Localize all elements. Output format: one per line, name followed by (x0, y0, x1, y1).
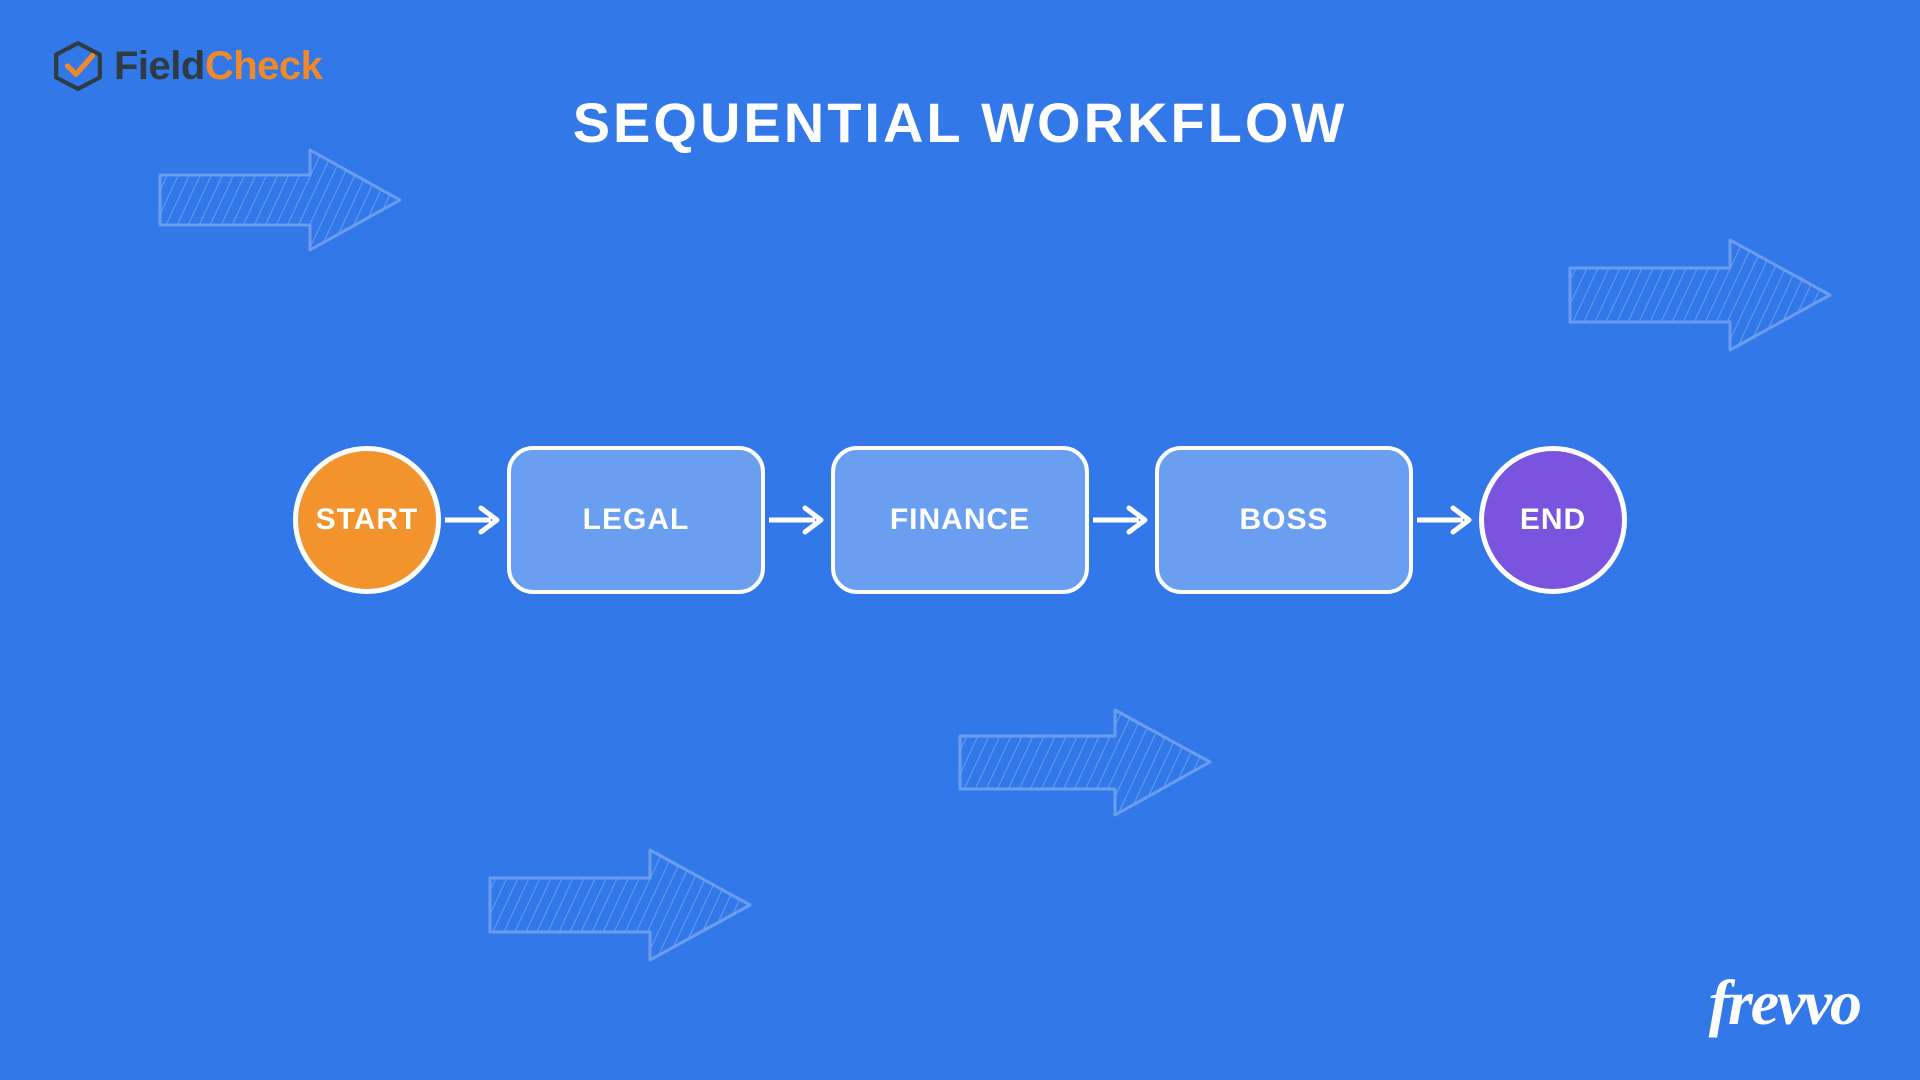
fieldcheck-hex-icon (52, 40, 104, 92)
flow-arrow-icon (1089, 500, 1155, 540)
decorative-arrow-icon (150, 140, 410, 260)
flow-arrow-icon (441, 500, 507, 540)
workflow-step-node: BOSS (1155, 446, 1413, 594)
workflow-end-node: END (1479, 446, 1627, 594)
decorative-arrow-icon (480, 840, 760, 970)
decorative-arrow-icon (1560, 230, 1840, 360)
fieldcheck-wordmark: FieldCheck (114, 44, 322, 89)
workflow-step-node: FINANCE (831, 446, 1089, 594)
workflow-step-node: LEGAL (507, 446, 765, 594)
decorative-arrow-icon (950, 700, 1220, 825)
fieldcheck-word-b: Check (205, 44, 323, 88)
workflow-start-node: START (293, 446, 441, 594)
workflow-step-label: LEGAL (583, 503, 690, 537)
fieldcheck-logo: FieldCheck (52, 40, 322, 92)
workflow-start-label: START (316, 503, 419, 537)
fieldcheck-word-a: Field (114, 44, 205, 88)
workflow-step-label: BOSS (1239, 503, 1328, 537)
flow-arrow-icon (765, 500, 831, 540)
workflow-end-label: END (1520, 503, 1586, 537)
workflow-row: START LEGAL FINANCE BOSS END (0, 446, 1920, 594)
flow-arrow-icon (1413, 500, 1479, 540)
workflow-step-label: FINANCE (890, 503, 1030, 537)
frevvo-logo: frevvo (1709, 966, 1860, 1040)
